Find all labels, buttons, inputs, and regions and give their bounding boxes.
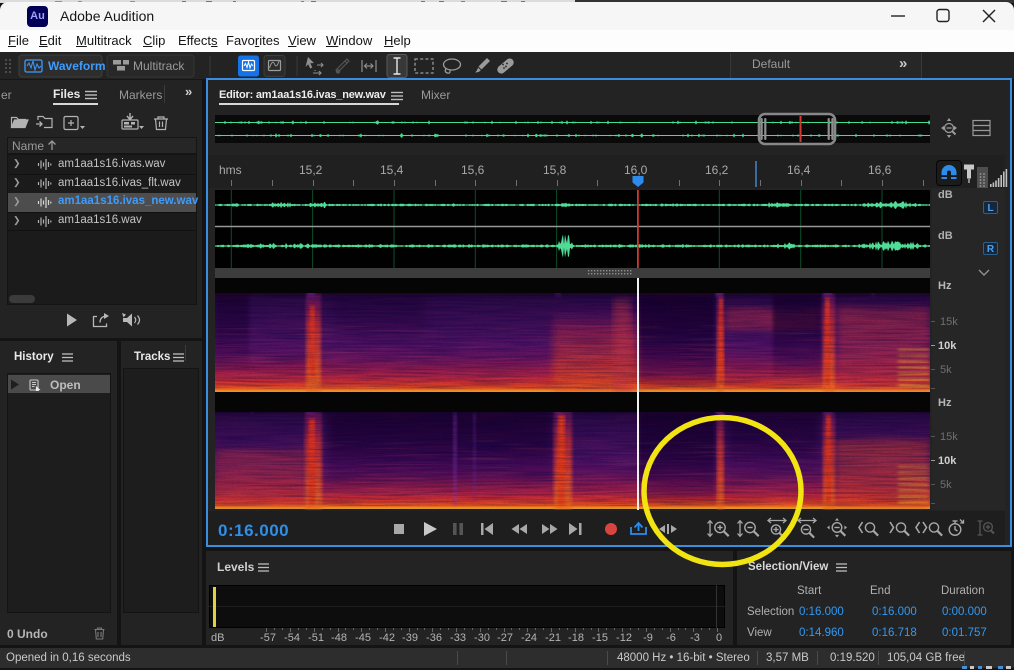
svg-text:Waveform: Waveform [48, 59, 106, 73]
svg-text:Multitrack: Multitrack [133, 59, 185, 73]
